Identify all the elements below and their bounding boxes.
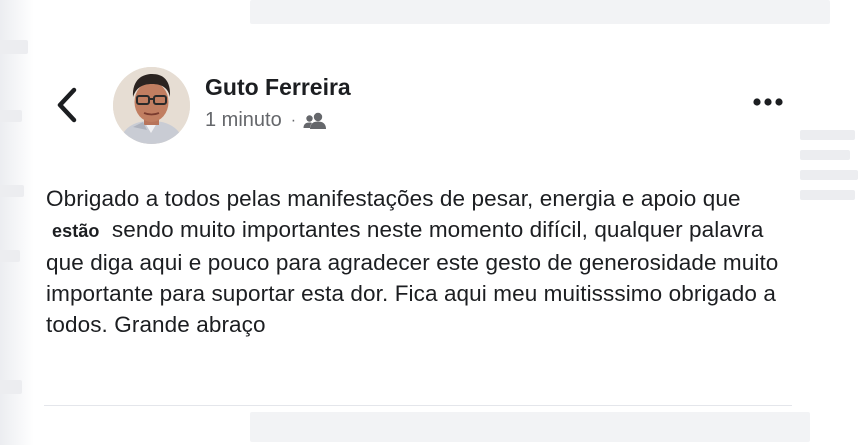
post-card: Guto Ferreira 1 minuto · Obrigado a todo… (0, 0, 860, 445)
avatar[interactable] (113, 67, 190, 144)
more-horizontal-icon (753, 98, 783, 106)
back-button[interactable] (52, 86, 84, 124)
divider (44, 405, 792, 406)
timestamp[interactable]: 1 minuto (205, 109, 282, 132)
post-meta: 1 minuto · (205, 109, 327, 132)
post-text-part-2: sendo muito importantes neste momento di… (46, 217, 779, 337)
post-text-part-1: Obrigado a todos pelas manifestações de … (46, 186, 741, 211)
more-options-button[interactable] (748, 90, 788, 114)
meta-separator: · (290, 111, 297, 129)
post-text-highlight: estão (52, 221, 100, 241)
chevron-left-icon (57, 87, 77, 123)
author-name[interactable]: Guto Ferreira (205, 74, 351, 101)
friends-icon[interactable] (303, 112, 327, 130)
profile-photo (113, 67, 190, 144)
post-text: Obrigado a todos pelas manifestações de … (46, 183, 786, 340)
